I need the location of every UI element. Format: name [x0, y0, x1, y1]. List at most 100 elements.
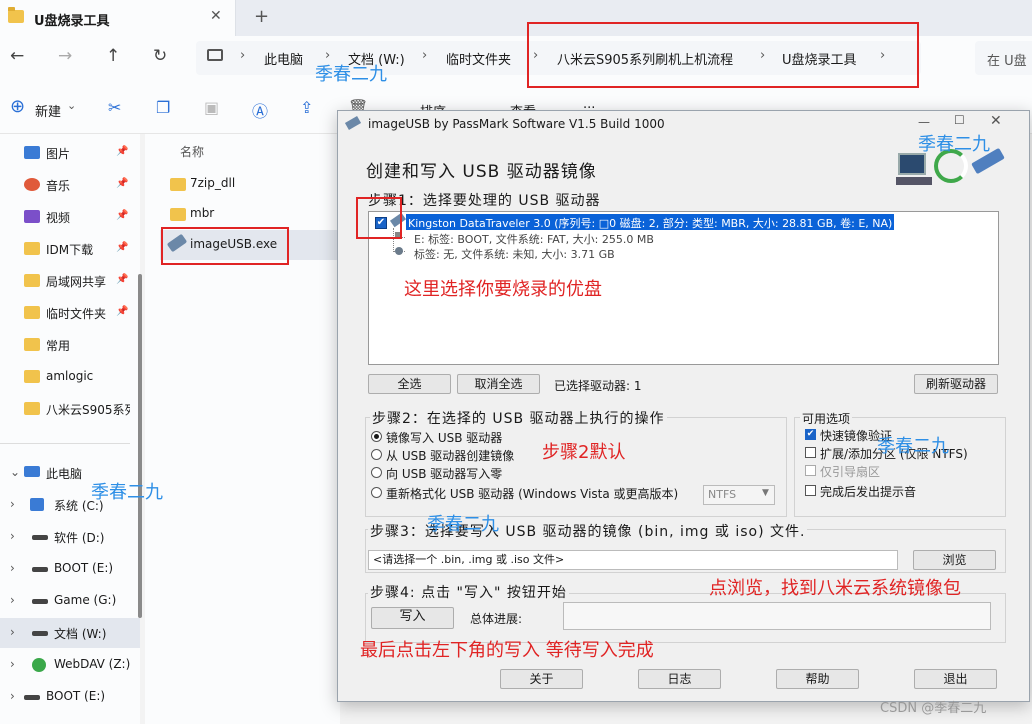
folder-icon: [24, 274, 40, 287]
chevron-right-icon[interactable]: ›: [10, 593, 15, 607]
sidebar-scrollbar[interactable]: [138, 274, 142, 618]
file-name: 7zip_dll: [190, 176, 236, 190]
sidebar-item-label: BOOT (E:): [54, 561, 114, 575]
drive-icon: [32, 567, 48, 572]
sidebar-item-label: BOOT (E:): [46, 689, 106, 703]
sidebar-drive-d[interactable]: › 软件 (D:): [0, 522, 140, 552]
navigation-pane: 图片 📌 音乐 📌 视频 📌 IDM下载 📌 局域网共享 📌 临时文件夹 📌 常…: [0, 134, 140, 724]
radio-create-image[interactable]: [371, 449, 382, 460]
window-title: imageUSB by PassMark Software V1.5 Build…: [368, 117, 665, 131]
pin-icon: 📌: [116, 146, 129, 157]
sidebar-drive-boot[interactable]: › BOOT (E:): [0, 682, 140, 712]
sidebar-drive-e[interactable]: › BOOT (E:): [0, 554, 140, 584]
sidebar-item-bamiyun[interactable]: 八米云S905系列: [0, 394, 140, 424]
pin-icon: 📌: [116, 306, 129, 317]
sidebar-item-temp[interactable]: 临时文件夹 📌: [0, 298, 140, 328]
chevron-right-icon[interactable]: ›: [10, 561, 15, 575]
browse-button[interactable]: 浏览: [913, 550, 996, 570]
sidebar-item-label: 视频: [46, 211, 71, 225]
tab-u-disk-tool[interactable]: U盘烧录工具 ✕: [0, 0, 236, 36]
annotation-select-drive: 这里选择你要烧录的优盘: [404, 279, 602, 300]
sidebar-item-label: 八米云S905系列: [46, 403, 130, 417]
windows-drive-icon: [30, 498, 44, 511]
refresh-drives-button[interactable]: 刷新驱动器: [914, 374, 998, 394]
sidebar-drive-g[interactable]: › Game (G:): [0, 586, 140, 616]
step4-label: 步骤4: 点击 "写入" 按钮开始: [368, 582, 569, 602]
log-button[interactable]: 日志: [638, 669, 721, 689]
sidebar-item-idm[interactable]: IDM下载 📌: [0, 234, 140, 264]
image-file-input[interactable]: <请选择一个 .bin, .img 或 .iso 文件>: [368, 550, 898, 570]
copy-icon[interactable]: ❐: [156, 98, 170, 117]
help-button[interactable]: 帮助: [776, 669, 859, 689]
refresh-button[interactable]: ↻: [153, 46, 167, 66]
radio-reformat[interactable]: [371, 487, 382, 498]
folder-icon: [24, 338, 40, 351]
annotation-box-exe: [161, 227, 289, 265]
back-button[interactable]: ←: [10, 46, 24, 66]
sidebar-item-lan-share[interactable]: 局域网共享 📌: [0, 266, 140, 296]
annotation-box-path: [527, 22, 919, 88]
new-button[interactable]: 新建: [35, 101, 61, 120]
up-button[interactable]: ↑: [106, 46, 120, 66]
forward-button[interactable]: →: [58, 46, 72, 66]
checkbox-beep[interactable]: [805, 485, 816, 496]
checkbox-extend-partition[interactable]: [805, 447, 816, 458]
sidebar-item-amlogic[interactable]: amlogic: [0, 362, 140, 392]
folder-icon: [24, 402, 40, 415]
chevron-down-icon: ▼: [762, 488, 769, 498]
divider: [0, 443, 130, 444]
breadcrumb-temp[interactable]: 临时文件夹: [446, 49, 511, 68]
sidebar-item-video[interactable]: 视频 📌: [0, 202, 140, 232]
deselect-all-button[interactable]: 取消全选: [457, 374, 540, 394]
drive-item-kingston[interactable]: Kingston DataTraveler 3.0 (序列号: □0 磁盘: 2…: [406, 214, 895, 230]
chevron-right-icon[interactable]: ›: [10, 689, 15, 703]
exit-button[interactable]: 退出: [914, 669, 997, 689]
option-beep: 完成后发出提示音: [820, 485, 917, 499]
close-tab-icon[interactable]: ✕: [210, 8, 222, 24]
maximize-button[interactable]: ☐: [954, 113, 965, 127]
radio-write-image[interactable]: [371, 431, 382, 442]
sidebar-item-label: 局域网共享: [46, 275, 107, 289]
progress-bar: [563, 602, 991, 630]
file-row-7zip[interactable]: 7zip_dll: [160, 169, 340, 199]
sidebar-item-label: 此电脑: [46, 467, 83, 481]
radio-write-zeros[interactable]: [371, 467, 382, 478]
checkbox-boot-sector[interactable]: [805, 465, 816, 476]
file-row-mbr[interactable]: mbr: [160, 199, 340, 229]
checkbox-quick-verify[interactable]: ✔: [805, 429, 816, 440]
sidebar-drive-z[interactable]: › WebDAV (Z:): [0, 650, 140, 680]
chevron-right-icon[interactable]: ›: [10, 497, 15, 511]
minimize-button[interactable]: —: [918, 115, 930, 129]
plus-icon: ⊕: [10, 96, 26, 117]
computer-icon: [207, 49, 223, 61]
chevron-down-icon[interactable]: ⌄: [10, 465, 20, 479]
share-icon[interactable]: ⇪: [300, 98, 313, 117]
computer-icon: [24, 466, 40, 477]
chevron-right-icon[interactable]: ›: [10, 625, 15, 639]
annotation-final-hint: 最后点击左下角的写入 等待写入完成: [360, 640, 654, 661]
rename-icon[interactable]: Ⓐ: [252, 98, 268, 122]
paste-icon[interactable]: ▣: [204, 98, 219, 117]
column-header-name[interactable]: 名称: [180, 143, 204, 160]
new-tab-button[interactable]: +: [254, 6, 269, 27]
cut-icon[interactable]: ✂: [108, 98, 121, 117]
pin-icon: 📌: [116, 242, 129, 253]
select-all-button[interactable]: 全选: [368, 374, 451, 394]
watermark: 季春二九: [877, 436, 949, 457]
sidebar-item-pictures[interactable]: 图片 📌: [0, 138, 140, 168]
breadcrumb-this-pc[interactable]: 此电脑: [264, 49, 303, 68]
folder-icon: [170, 208, 186, 221]
sidebar-item-music[interactable]: 音乐 📌: [0, 170, 140, 200]
music-icon: [24, 178, 40, 191]
chevron-right-icon[interactable]: ›: [10, 657, 15, 671]
chevron-right-icon[interactable]: ›: [10, 529, 15, 543]
partition-2: 标签: 无, 文件系统: 未知, 大小: 3.71 GB: [414, 248, 615, 261]
sidebar-item-common[interactable]: 常用: [0, 330, 140, 360]
chevron-down-icon: ⌄: [67, 99, 77, 112]
sidebar-drive-w[interactable]: › 文档 (W:): [0, 618, 140, 648]
option-write-image: 镜像写入 USB 驱动器: [386, 431, 503, 445]
about-button[interactable]: 关于: [500, 669, 583, 689]
close-button[interactable]: ✕: [990, 113, 1002, 129]
partition-1: E: 标签: BOOT, 文件系统: FAT, 大小: 255.0 MB: [414, 233, 654, 246]
write-button[interactable]: 写入: [371, 607, 454, 629]
